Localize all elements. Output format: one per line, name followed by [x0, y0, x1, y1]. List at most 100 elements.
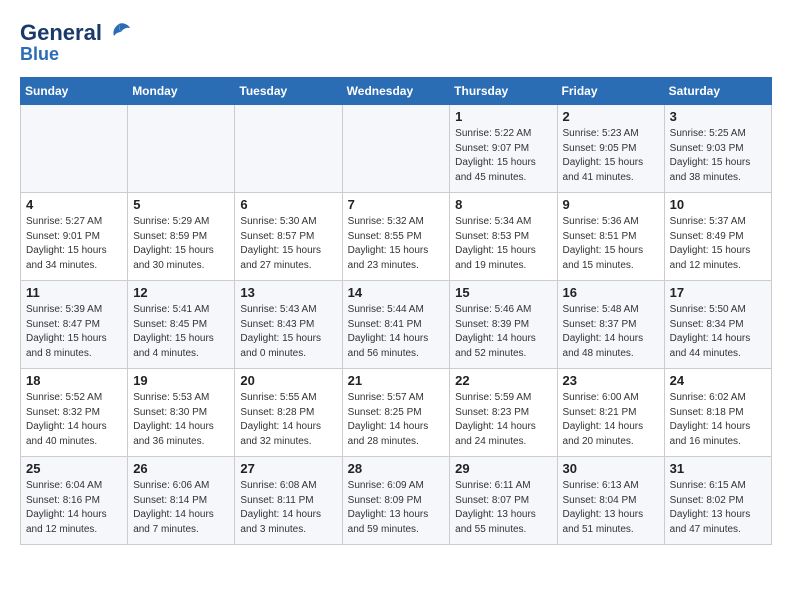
day-detail: Sunrise: 5:23 AM Sunset: 9:05 PM Dayligh…	[563, 127, 659, 185]
table-row	[128, 105, 235, 193]
day-detail: Sunrise: 5:53 AM Sunset: 8:30 PM Dayligh…	[133, 391, 229, 449]
table-row: 24 Sunrise: 6:02 AM Sunset: 8:18 PM Dayli…	[664, 369, 771, 457]
day-detail: Sunrise: 5:57 AM Sunset: 8:25 PM Dayligh…	[348, 391, 445, 449]
logo-text-general: General	[20, 20, 102, 46]
day-detail: Sunrise: 6:08 AM Sunset: 8:11 PM Dayligh…	[240, 479, 336, 537]
day-detail: Sunrise: 6:02 AM Sunset: 8:18 PM Dayligh…	[670, 391, 766, 449]
table-row: 26 Sunrise: 6:06 AM Sunset: 8:14 PM Dayli…	[128, 457, 235, 545]
day-detail: Sunrise: 6:13 AM Sunset: 8:04 PM Dayligh…	[563, 479, 659, 537]
day-detail: Sunrise: 5:32 AM Sunset: 8:55 PM Dayligh…	[348, 215, 445, 273]
day-detail: Sunrise: 5:41 AM Sunset: 8:45 PM Dayligh…	[133, 303, 229, 361]
col-thursday: Thursday	[450, 78, 557, 105]
logo-bird-icon	[106, 22, 132, 44]
table-row: 3 Sunrise: 5:25 AM Sunset: 9:03 PM Daylig…	[664, 105, 771, 193]
day-number: 31	[670, 461, 766, 476]
day-number: 24	[670, 373, 766, 388]
day-number: 20	[240, 373, 336, 388]
day-number: 26	[133, 461, 229, 476]
day-detail: Sunrise: 5:52 AM Sunset: 8:32 PM Dayligh…	[26, 391, 122, 449]
table-row: 9 Sunrise: 5:36 AM Sunset: 8:51 PM Daylig…	[557, 193, 664, 281]
calendar-week-row: 1 Sunrise: 5:22 AM Sunset: 9:07 PM Daylig…	[21, 105, 772, 193]
col-friday: Friday	[557, 78, 664, 105]
table-row: 31 Sunrise: 6:15 AM Sunset: 8:02 PM Dayli…	[664, 457, 771, 545]
day-detail: Sunrise: 5:46 AM Sunset: 8:39 PM Dayligh…	[455, 303, 551, 361]
table-row: 14 Sunrise: 5:44 AM Sunset: 8:41 PM Dayli…	[342, 281, 450, 369]
day-detail: Sunrise: 6:15 AM Sunset: 8:02 PM Dayligh…	[670, 479, 766, 537]
day-detail: Sunrise: 5:36 AM Sunset: 8:51 PM Dayligh…	[563, 215, 659, 273]
table-row	[342, 105, 450, 193]
day-detail: Sunrise: 5:48 AM Sunset: 8:37 PM Dayligh…	[563, 303, 659, 361]
day-detail: Sunrise: 5:27 AM Sunset: 9:01 PM Dayligh…	[26, 215, 122, 273]
table-row	[235, 105, 342, 193]
day-detail: Sunrise: 6:11 AM Sunset: 8:07 PM Dayligh…	[455, 479, 551, 537]
table-row: 20 Sunrise: 5:55 AM Sunset: 8:28 PM Dayli…	[235, 369, 342, 457]
table-row: 7 Sunrise: 5:32 AM Sunset: 8:55 PM Daylig…	[342, 193, 450, 281]
day-number: 28	[348, 461, 445, 476]
day-detail: Sunrise: 5:39 AM Sunset: 8:47 PM Dayligh…	[26, 303, 122, 361]
table-row: 16 Sunrise: 5:48 AM Sunset: 8:37 PM Dayli…	[557, 281, 664, 369]
table-row: 17Sunrise: 5:50 AM Sunset: 8:34 PM Dayli…	[664, 281, 771, 369]
table-row: 23Sunrise: 6:00 AM Sunset: 8:21 PM Dayli…	[557, 369, 664, 457]
day-number: 23	[563, 373, 659, 388]
day-detail: Sunrise: 5:22 AM Sunset: 9:07 PM Dayligh…	[455, 127, 551, 185]
day-detail: Sunrise: 5:55 AM Sunset: 8:28 PM Dayligh…	[240, 391, 336, 449]
day-detail: Sunrise: 5:59 AM Sunset: 8:23 PM Dayligh…	[455, 391, 551, 449]
table-row: 6 Sunrise: 5:30 AM Sunset: 8:57 PM Daylig…	[235, 193, 342, 281]
day-number: 9	[563, 197, 659, 212]
day-number: 3	[670, 109, 766, 124]
calendar-table: Sunday Monday Tuesday Wednesday Thursday…	[20, 77, 772, 545]
table-row: 13Sunrise: 5:43 AM Sunset: 8:43 PM Dayli…	[235, 281, 342, 369]
table-row: 12 Sunrise: 5:41 AM Sunset: 8:45 PM Dayli…	[128, 281, 235, 369]
table-row: 21Sunrise: 5:57 AM Sunset: 8:25 PM Dayli…	[342, 369, 450, 457]
col-wednesday: Wednesday	[342, 78, 450, 105]
day-number: 29	[455, 461, 551, 476]
table-row: 1 Sunrise: 5:22 AM Sunset: 9:07 PM Daylig…	[450, 105, 557, 193]
day-number: 1	[455, 109, 551, 124]
logo-blue-text: Blue	[20, 44, 59, 65]
day-number: 14	[348, 285, 445, 300]
table-row: 11 Sunrise: 5:39 AM Sunset: 8:47 PM Dayli…	[21, 281, 128, 369]
day-number: 25	[26, 461, 122, 476]
calendar-header-row: Sunday Monday Tuesday Wednesday Thursday…	[21, 78, 772, 105]
table-row: 2 Sunrise: 5:23 AM Sunset: 9:05 PM Daylig…	[557, 105, 664, 193]
day-number: 7	[348, 197, 445, 212]
col-saturday: Saturday	[664, 78, 771, 105]
day-number: 22	[455, 373, 551, 388]
col-sunday: Sunday	[21, 78, 128, 105]
day-detail: Sunrise: 6:09 AM Sunset: 8:09 PM Dayligh…	[348, 479, 445, 537]
day-number: 12	[133, 285, 229, 300]
table-row: 30 Sunrise: 6:13 AM Sunset: 8:04 PM Dayli…	[557, 457, 664, 545]
day-number: 15	[455, 285, 551, 300]
day-detail: Sunrise: 5:44 AM Sunset: 8:41 PM Dayligh…	[348, 303, 445, 361]
table-row: 10Sunrise: 5:37 AM Sunset: 8:49 PM Dayli…	[664, 193, 771, 281]
day-number: 2	[563, 109, 659, 124]
calendar-week-row: 11 Sunrise: 5:39 AM Sunset: 8:47 PM Dayli…	[21, 281, 772, 369]
table-row: 27Sunrise: 6:08 AM Sunset: 8:11 PM Dayli…	[235, 457, 342, 545]
calendar-week-row: 25 Sunrise: 6:04 AM Sunset: 8:16 PM Dayli…	[21, 457, 772, 545]
col-tuesday: Tuesday	[235, 78, 342, 105]
table-row: 22 Sunrise: 5:59 AM Sunset: 8:23 PM Dayli…	[450, 369, 557, 457]
day-number: 11	[26, 285, 122, 300]
day-number: 6	[240, 197, 336, 212]
calendar-week-row: 18 Sunrise: 5:52 AM Sunset: 8:32 PM Dayli…	[21, 369, 772, 457]
table-row: 8Sunrise: 5:34 AM Sunset: 8:53 PM Daylig…	[450, 193, 557, 281]
day-detail: Sunrise: 6:06 AM Sunset: 8:14 PM Dayligh…	[133, 479, 229, 537]
day-detail: Sunrise: 5:29 AM Sunset: 8:59 PM Dayligh…	[133, 215, 229, 273]
day-number: 16	[563, 285, 659, 300]
table-row: 19 Sunrise: 5:53 AM Sunset: 8:30 PM Dayli…	[128, 369, 235, 457]
day-detail: Sunrise: 5:34 AM Sunset: 8:53 PM Dayligh…	[455, 215, 551, 273]
table-row: 25 Sunrise: 6:04 AM Sunset: 8:16 PM Dayli…	[21, 457, 128, 545]
day-number: 19	[133, 373, 229, 388]
table-row: 15 Sunrise: 5:46 AM Sunset: 8:39 PM Dayli…	[450, 281, 557, 369]
day-detail: Sunrise: 5:30 AM Sunset: 8:57 PM Dayligh…	[240, 215, 336, 273]
table-row: 4Sunrise: 5:27 AM Sunset: 9:01 PM Daylig…	[21, 193, 128, 281]
day-number: 18	[26, 373, 122, 388]
day-detail: Sunrise: 5:25 AM Sunset: 9:03 PM Dayligh…	[670, 127, 766, 185]
table-row: 18 Sunrise: 5:52 AM Sunset: 8:32 PM Dayli…	[21, 369, 128, 457]
table-row	[21, 105, 128, 193]
day-detail: Sunrise: 6:04 AM Sunset: 8:16 PM Dayligh…	[26, 479, 122, 537]
table-row: 29 Sunrise: 6:11 AM Sunset: 8:07 PM Dayli…	[450, 457, 557, 545]
day-number: 30	[563, 461, 659, 476]
day-number: 10	[670, 197, 766, 212]
day-number: 13	[240, 285, 336, 300]
